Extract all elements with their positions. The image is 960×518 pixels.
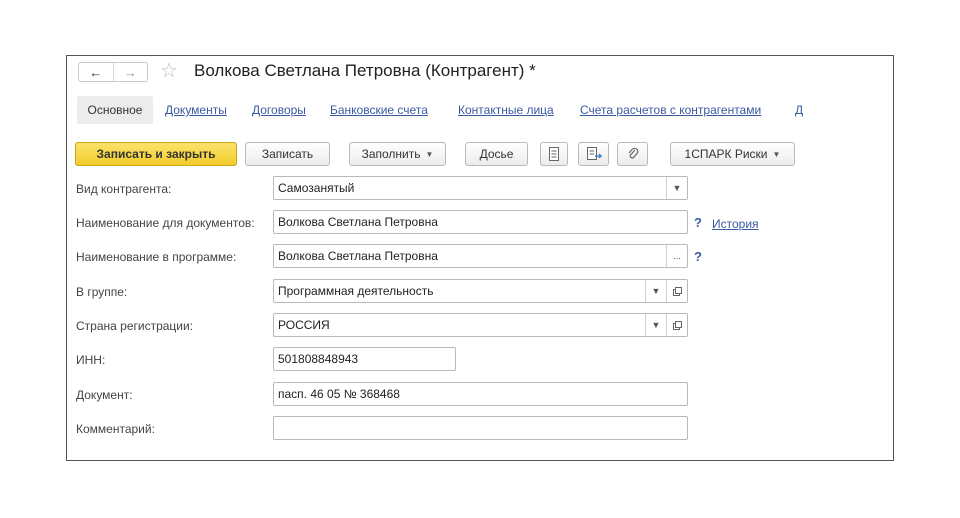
tab-contact-persons[interactable]: Контактные лица bbox=[458, 102, 554, 118]
save-and-close-button[interactable]: Записать и закрыть bbox=[75, 142, 237, 166]
dossier-button[interactable]: Досье bbox=[465, 142, 528, 166]
comment-label: Комментарий: bbox=[76, 422, 155, 436]
back-arrow-icon[interactable]: ← bbox=[79, 63, 113, 81]
group-select[interactable]: Программная деятельность ▼ bbox=[273, 279, 688, 303]
prog-name-value: Волкова Светлана Петровна bbox=[278, 249, 438, 263]
document-value: пасп. 46 05 № 368468 bbox=[278, 387, 400, 401]
spark-risks-button[interactable]: 1СПАРК Риски ▼ bbox=[670, 142, 795, 166]
doc-name-field[interactable]: Волкова Светлана Петровна bbox=[273, 210, 688, 234]
prog-name-field[interactable]: Волкова Светлана Петровна ... bbox=[273, 244, 688, 268]
document-field[interactable]: пасп. 46 05 № 368468 bbox=[273, 382, 688, 406]
inn-field[interactable]: 501808848943 bbox=[273, 347, 456, 371]
chevron-down-icon: ▼ bbox=[772, 149, 781, 159]
list-report-button[interactable] bbox=[540, 142, 568, 166]
open-window-icon bbox=[672, 286, 682, 296]
chevron-down-icon[interactable]: ▼ bbox=[645, 314, 666, 336]
attach-file-button[interactable] bbox=[617, 142, 648, 166]
help-icon[interactable]: ? bbox=[694, 249, 702, 265]
tab-contracts[interactable]: Договоры bbox=[252, 102, 306, 118]
forward-arrow-icon[interactable]: → bbox=[112, 63, 148, 81]
tab-documents[interactable]: Документы bbox=[165, 102, 227, 118]
open-item-icon[interactable] bbox=[666, 314, 687, 336]
tab-main[interactable]: Основное bbox=[77, 96, 153, 124]
help-icon[interactable]: ? bbox=[694, 215, 702, 231]
fill-button-label: Заполнить bbox=[361, 147, 421, 161]
favorite-star-icon[interactable]: ☆ bbox=[160, 60, 178, 82]
open-item-icon[interactable] bbox=[666, 280, 687, 302]
inn-label: ИНН: bbox=[76, 353, 106, 367]
inn-value: 501808848943 bbox=[278, 352, 359, 366]
open-window-icon bbox=[672, 320, 682, 330]
kind-select[interactable]: Самозанятый ▼ bbox=[273, 176, 688, 200]
chevron-down-icon: ▼ bbox=[425, 149, 434, 159]
nav-button-group: ← → bbox=[78, 62, 148, 82]
country-select[interactable]: РОССИЯ ▼ bbox=[273, 313, 688, 337]
tab-more[interactable]: Д bbox=[795, 102, 803, 118]
country-value: РОССИЯ bbox=[278, 318, 330, 332]
group-value: Программная деятельность bbox=[278, 284, 434, 298]
paperclip-icon bbox=[628, 147, 638, 159]
create-based-on-button[interactable] bbox=[578, 142, 609, 166]
prog-name-label: Наименование в программе: bbox=[76, 250, 237, 264]
page-title: Волкова Светлана Петровна (Контрагент) * bbox=[194, 61, 536, 80]
tab-settlement-accounts[interactable]: Счета расчетов с контрагентами bbox=[580, 102, 761, 118]
kind-value: Самозанятый bbox=[278, 181, 355, 195]
document-label: Документ: bbox=[76, 388, 133, 402]
tab-bank-accounts[interactable]: Банковские счета bbox=[330, 102, 428, 118]
kind-label: Вид контрагента: bbox=[76, 182, 172, 196]
country-label: Страна регистрации: bbox=[76, 319, 194, 333]
comment-field[interactable] bbox=[273, 416, 688, 440]
select-ellipsis-icon[interactable]: ... bbox=[666, 245, 687, 267]
chevron-down-icon[interactable]: ▼ bbox=[666, 177, 687, 199]
chevron-down-icon[interactable]: ▼ bbox=[645, 280, 666, 302]
history-link[interactable]: История bbox=[712, 216, 759, 232]
fill-button[interactable]: Заполнить ▼ bbox=[349, 142, 446, 166]
spark-risks-label: 1СПАРК Риски bbox=[684, 147, 768, 161]
save-button[interactable]: Записать bbox=[245, 142, 330, 166]
document-list-icon bbox=[549, 147, 559, 161]
doc-name-value: Волкова Светлана Петровна bbox=[278, 215, 438, 229]
doc-name-label: Наименование для документов: bbox=[76, 216, 255, 230]
group-label: В группе: bbox=[76, 285, 128, 299]
document-generate-icon bbox=[586, 146, 602, 160]
